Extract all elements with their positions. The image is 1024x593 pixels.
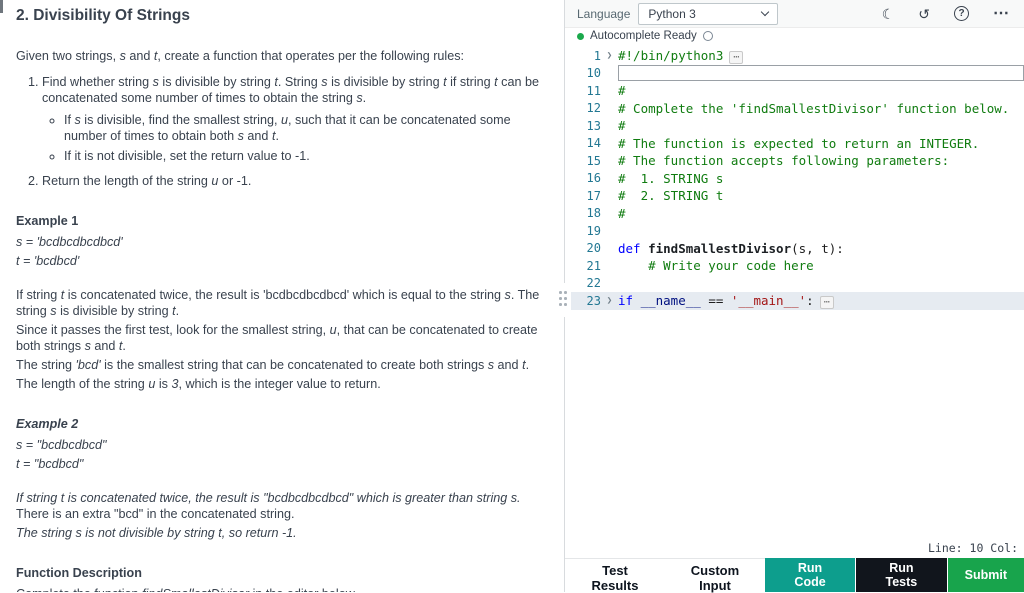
cursor-position-status: Line: 10 Col: [565, 539, 1024, 558]
code-line[interactable]: 1❯#!/bin/python3⋯ [565, 47, 1024, 65]
code-text[interactable]: # 1. STRING s [618, 171, 1024, 186]
sub-list-item: If s is divisible, find the smallest str… [64, 112, 548, 144]
line-number: 20 [565, 241, 601, 255]
section-heading: Example 2 [16, 416, 548, 432]
rules-list: Find whether string s is divisible by st… [16, 74, 548, 189]
line-number: 19 [565, 224, 601, 238]
code-line[interactable]: 19 [565, 222, 1024, 240]
line-number: 16 [565, 171, 601, 185]
paragraph: If string t is concatenated twice, the r… [16, 490, 548, 522]
paragraph: t = "bcdbcd" [16, 456, 548, 472]
code-line[interactable]: 14 # The function is expected to return a… [565, 135, 1024, 153]
list-item: Find whether string s is divisible by st… [42, 74, 548, 164]
paragraph: If string t is concatenated twice, the r… [16, 287, 548, 319]
folded-code-ellipsis-icon[interactable]: ⋯ [729, 51, 743, 64]
code-line[interactable]: 16 # 1. STRING s [565, 170, 1024, 188]
code-text[interactable]: if __name__ == '__main__':⋯ [618, 293, 1024, 309]
code-line[interactable]: 21 # Write your code here [565, 257, 1024, 275]
line-number: 1 [565, 49, 601, 63]
code-line[interactable]: 20 def findSmallestDivisor(s, t): [565, 240, 1024, 258]
paragraph: s = 'bcdbcdbcdbcd' [16, 234, 548, 250]
language-label: Language [577, 7, 630, 21]
tab-custom-input[interactable]: Custom Input [665, 559, 765, 592]
panel-divider [564, 0, 565, 592]
code-text[interactable]: # The function is expected to return an … [618, 136, 1024, 151]
paragraph: The length of the string u is 3, which i… [16, 376, 548, 392]
app-window: 2. Divisibility Of Strings Given two str… [0, 0, 1024, 592]
fold-chevron-icon[interactable]: ❯ [601, 296, 618, 306]
line-number: 10 [565, 66, 601, 80]
footer-tabs: Test ResultsCustom Input [565, 558, 765, 592]
autocomplete-status-text: Autocomplete Ready [590, 30, 697, 42]
code-line[interactable]: 13 # [565, 117, 1024, 135]
list-item: Return the length of the string u or -1. [42, 173, 548, 189]
paragraph: Complete the function findSmallestDiviso… [16, 586, 548, 592]
code-editor[interactable]: 1❯#!/bin/python3⋯1011#12# Complete the '… [565, 44, 1024, 539]
section-heading: Example 1 [16, 213, 548, 229]
line-number: 12 [565, 101, 601, 115]
resize-handle[interactable] [557, 283, 571, 317]
code-text[interactable]: def findSmallestDivisor(s, t): [618, 241, 1024, 256]
autocomplete-bar: Autocomplete Ready [565, 28, 1024, 44]
line-number: 17 [565, 189, 601, 203]
section-heading: Function Description [16, 565, 548, 581]
more-options-icon[interactable]: ⋯ [993, 7, 1010, 21]
line-number: 14 [565, 136, 601, 150]
fold-chevron-icon[interactable]: ❯ [601, 51, 618, 61]
run-code-button[interactable]: Run Code [765, 558, 855, 592]
autocomplete-info-icon[interactable] [703, 31, 713, 41]
code-line[interactable]: 23❯if __name__ == '__main__':⋯ [565, 292, 1024, 310]
code-text[interactable]: # [618, 83, 1024, 98]
code-text[interactable]: # [618, 206, 1024, 221]
autocomplete-status-dot [577, 33, 584, 40]
editor-header: Language Python 3 ☾ ↺ ? ⋯ [565, 0, 1024, 28]
code-line[interactable]: 11 # [565, 82, 1024, 100]
paragraph: The string 'bcd' is the smallest string … [16, 357, 548, 373]
line-number: 11 [565, 84, 601, 98]
line-number: 15 [565, 154, 601, 168]
line-number: 18 [565, 206, 601, 220]
problem-title: 2. Divisibility Of Strings [16, 8, 548, 24]
code-text[interactable]: # [618, 118, 1024, 133]
current-line-box[interactable] [618, 65, 1024, 81]
code-text[interactable]: #!/bin/python3⋯ [618, 48, 1024, 64]
editor-panel: Language Python 3 ☾ ↺ ? ⋯ Autocomplete R… [565, 0, 1024, 592]
paragraph: s = "bcdbcdbcd" [16, 437, 548, 453]
chevron-down-icon [761, 8, 769, 16]
editor-footer: Test ResultsCustom Input Run CodeRun Tes… [565, 558, 1024, 592]
sub-list-item: If it is not divisible, set the return v… [64, 148, 548, 164]
code-text[interactable]: # Complete the 'findSmallestDivisor' fun… [618, 101, 1024, 116]
code-line[interactable]: 17 # 2. STRING t [565, 187, 1024, 205]
folded-code-ellipsis-icon[interactable]: ⋯ [820, 296, 834, 309]
language-select[interactable]: Python 3 [638, 3, 778, 25]
code-line[interactable]: 18 # [565, 205, 1024, 223]
reset-code-icon[interactable]: ↺ [918, 7, 930, 21]
paragraph: t = 'bcdbcd' [16, 253, 548, 269]
submit-button[interactable]: Submit [948, 558, 1024, 592]
code-line[interactable]: 22 [565, 275, 1024, 293]
scrollbar-thumb[interactable] [0, 0, 3, 13]
code-lines: 1❯#!/bin/python3⋯1011#12# Complete the '… [565, 47, 1024, 310]
help-icon[interactable]: ? [954, 6, 969, 21]
problem-panel: 2. Divisibility Of Strings Given two str… [4, 0, 564, 592]
code-line[interactable]: 10 [565, 65, 1024, 83]
line-number: 21 [565, 259, 601, 273]
line-number: 13 [565, 119, 601, 133]
left-scrollbar[interactable] [0, 0, 4, 592]
code-text[interactable]: # The function accepts following paramet… [618, 153, 1024, 168]
dark-mode-icon[interactable]: ☾ [882, 7, 895, 21]
code-line[interactable]: 12 # Complete the 'findSmallestDivisor' f… [565, 100, 1024, 118]
language-value: Python 3 [648, 7, 695, 21]
code-line[interactable]: 15 # The function accepts following param… [565, 152, 1024, 170]
tab-test-results[interactable]: Test Results [565, 559, 665, 592]
paragraph: The string s is not divisible by string … [16, 525, 548, 541]
paragraph: Given two strings, s and t, create a fun… [16, 48, 548, 64]
problem-blocks: Given two strings, s and t, create a fun… [16, 48, 548, 592]
code-text[interactable]: # Write your code here [618, 258, 1024, 273]
footer-buttons: Run CodeRun TestsSubmit [765, 558, 1024, 592]
code-text[interactable]: # 2. STRING t [618, 188, 1024, 203]
run-tests-button[interactable]: Run Tests [856, 558, 947, 592]
paragraph: Since it passes the first test, look for… [16, 322, 548, 354]
